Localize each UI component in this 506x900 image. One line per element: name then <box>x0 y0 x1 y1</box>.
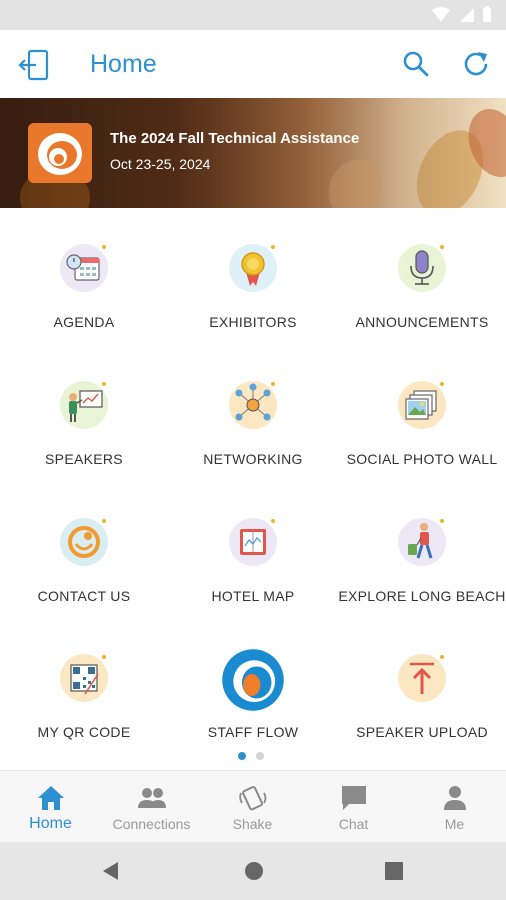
event-dates: Oct 23-25, 2024 <box>110 156 211 172</box>
tile-label: EXHIBITORS <box>209 314 297 330</box>
tile-label: MY QR CODE <box>37 724 131 740</box>
app-bar: Home <box>0 30 506 98</box>
nav-shake[interactable]: Shake <box>202 771 303 843</box>
nav-connections[interactable]: Connections <box>101 771 202 843</box>
page-dot-active[interactable] <box>238 752 246 760</box>
home-icon <box>38 786 64 810</box>
signal-icon <box>460 7 474 22</box>
tile-speaker-upload[interactable]: SPEAKER UPLOAD <box>338 618 506 754</box>
page-indicator <box>238 752 264 760</box>
tile-label: SOCIAL PHOTO WALL <box>346 451 498 467</box>
tile-label: NETWORKING <box>203 451 303 467</box>
tile-speakers[interactable]: SPEAKERS <box>0 345 168 481</box>
tile-label: EXPLORE LONG BEACH <box>338 588 506 604</box>
staff-flow-logo-icon <box>222 649 284 711</box>
microphone-icon <box>398 244 446 292</box>
tile-label: SPEAKERS <box>45 451 123 467</box>
page-title: Home <box>90 50 157 78</box>
system-nav-bar <box>0 842 506 900</box>
tile-announcements[interactable]: ANNOUNCEMENTS <box>338 208 506 344</box>
nav-chat[interactable]: Chat <box>303 771 404 843</box>
tile-label: STAFF FLOW <box>207 724 299 740</box>
traveler-luggage-icon <box>398 518 446 566</box>
shake-phone-icon <box>239 786 267 811</box>
person-icon <box>444 786 466 810</box>
tile-label: HOTEL MAP <box>211 588 295 604</box>
photo-stack-icon <box>398 381 446 429</box>
network-people-icon <box>229 381 277 429</box>
tile-label: CONTACT US <box>37 588 131 604</box>
tile-label: ANNOUNCEMENTS <box>355 314 489 330</box>
tile-label: AGENDA <box>53 314 115 330</box>
home-circle-icon[interactable] <box>243 860 265 882</box>
event-banner[interactable]: The 2024 Fall Technical Assistance Oct 2… <box>0 98 506 208</box>
tile-networking[interactable]: NETWORKING <box>169 345 337 481</box>
tile-agenda[interactable]: AGENDA <box>0 208 168 344</box>
wifi-icon <box>432 6 450 22</box>
status-bar <box>0 0 506 30</box>
tile-explore-long-beach[interactable]: EXPLORE LONG BEACH <box>338 482 506 618</box>
exit-icon[interactable] <box>18 48 52 82</box>
tile-exhibitors[interactable]: EXHIBITORS <box>169 208 337 344</box>
nav-label: Chat <box>338 816 369 832</box>
nav-label: Connections <box>112 816 191 832</box>
back-icon[interactable] <box>100 860 122 882</box>
tile-label: SPEAKER UPLOAD <box>356 724 488 740</box>
search-icon[interactable] <box>402 50 430 78</box>
feature-grid: AGENDA EXHIBITORS ANNOUNCEMENTS SPEAKERS… <box>0 208 506 748</box>
battery-icon <box>483 6 491 22</box>
map-book-icon <box>229 518 277 566</box>
presenter-board-icon <box>60 381 108 429</box>
recent-apps-icon[interactable] <box>384 861 404 881</box>
people-icon <box>138 788 166 808</box>
event-title: The 2024 Fall Technical Assistance <box>110 130 360 147</box>
nav-label: Me <box>444 816 465 832</box>
nav-home[interactable]: Home <box>0 771 101 843</box>
qr-code-icon <box>60 654 108 702</box>
contact-headset-icon <box>60 518 108 566</box>
page-dot[interactable] <box>256 752 264 760</box>
nav-label: Home <box>29 815 72 832</box>
nav-me[interactable]: Me <box>404 771 505 843</box>
bottom-nav: Home Connections Shake Chat Me <box>0 770 506 842</box>
nav-label: Shake <box>232 816 273 832</box>
refresh-icon[interactable] <box>462 50 490 78</box>
tile-my-qr-code[interactable]: MY QR CODE <box>0 618 168 754</box>
event-logo-icon <box>28 123 92 183</box>
award-ribbon-icon <box>229 244 277 292</box>
tile-social-photo-wall[interactable]: SOCIAL PHOTO WALL <box>338 345 506 481</box>
tile-hotel-map[interactable]: HOTEL MAP <box>169 482 337 618</box>
chat-bubble-icon <box>342 786 366 810</box>
upload-arrow-icon <box>398 654 446 702</box>
agenda-calendar-icon <box>60 244 108 292</box>
tile-contact-us[interactable]: CONTACT US <box>0 482 168 618</box>
tile-staff-flow[interactable]: STAFF FLOW <box>169 618 337 754</box>
